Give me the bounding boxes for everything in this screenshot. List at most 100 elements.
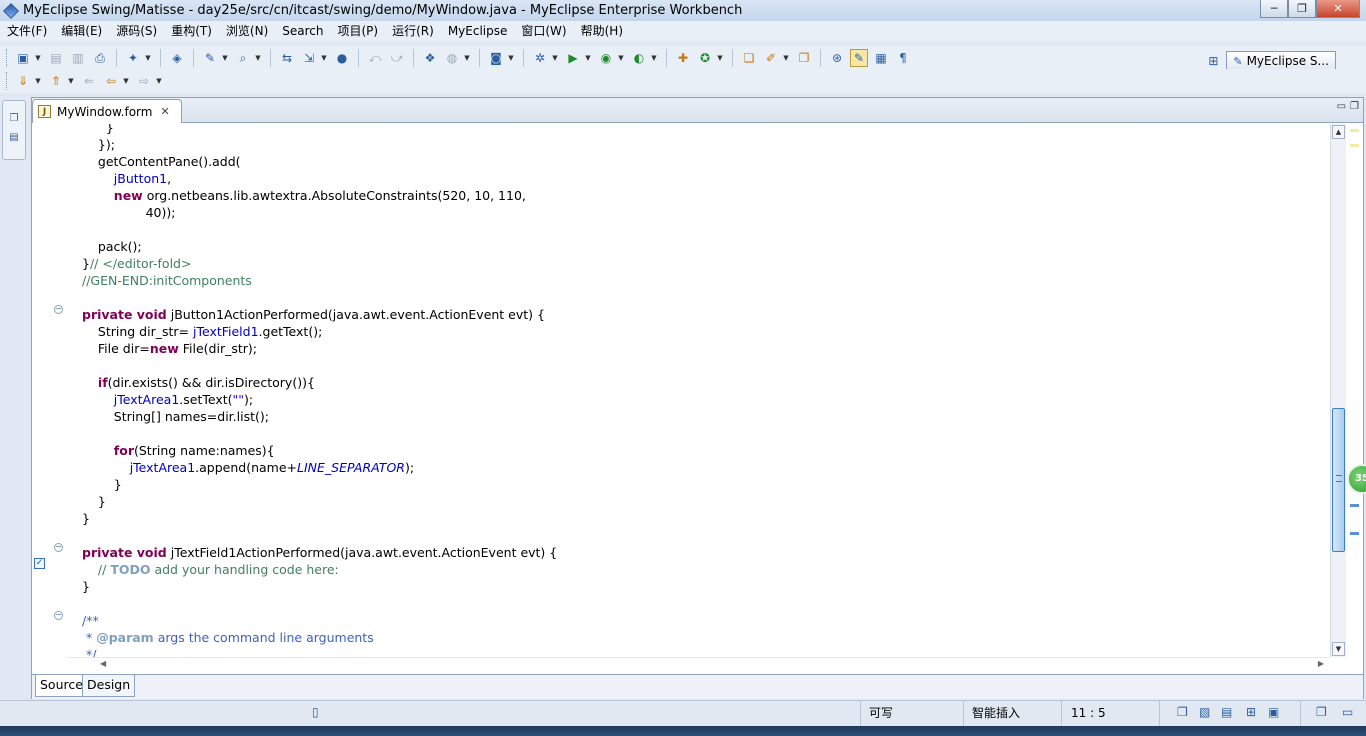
- toolbar-grip[interactable]: [6, 72, 9, 90]
- run-ext-dropdown-icon[interactable]: ▼: [617, 49, 625, 67]
- globe-icon[interactable]: ◍: [443, 49, 461, 67]
- run-dropdown-icon[interactable]: ▼: [584, 49, 592, 67]
- scroll-thumb[interactable]: [1332, 408, 1345, 552]
- external-tools-dropdown-icon[interactable]: ▼: [650, 49, 658, 67]
- code-editor[interactable]: − − − ✓ } }); getContentPane().add( jBut…: [32, 124, 1330, 657]
- menu-project[interactable]: 项目(P): [331, 21, 386, 41]
- menu-edit[interactable]: 编辑(E): [54, 21, 109, 41]
- debug-icon[interactable]: ✲: [531, 49, 549, 67]
- problems-icon[interactable]: ▧: [1199, 705, 1210, 719]
- fast-view-icon[interactable]: ▯: [312, 705, 319, 719]
- next-annotation-dropdown-icon[interactable]: ▼: [34, 72, 42, 90]
- back-dropdown-icon[interactable]: ▼: [122, 72, 130, 90]
- edit-dropdown-icon[interactable]: ▼: [221, 49, 229, 67]
- new-wizard-dropdown-icon[interactable]: ▼: [144, 49, 152, 67]
- overview-mark[interactable]: [1350, 504, 1359, 507]
- fold-toggle-icon[interactable]: −: [54, 611, 63, 620]
- camera-icon[interactable]: ◙: [487, 49, 505, 67]
- scroll-down-icon[interactable]: ▼: [1332, 642, 1345, 656]
- outline-icon[interactable]: ▤: [1221, 705, 1232, 719]
- open-folder-icon[interactable]: ❏: [740, 49, 758, 67]
- menu-navigate[interactable]: 浏览(N): [219, 21, 275, 41]
- menu-source[interactable]: 源码(S): [109, 21, 164, 41]
- menu-file[interactable]: 文件(F): [0, 21, 54, 41]
- package-explorer-icon[interactable]: ▤: [9, 132, 18, 143]
- task-marker-icon[interactable]: ✓: [34, 558, 45, 569]
- search-dropdown-icon[interactable]: ▼: [254, 49, 262, 67]
- globe-dropdown-icon[interactable]: ▼: [463, 49, 471, 67]
- tab-source[interactable]: Source: [35, 675, 88, 697]
- deploy-icon[interactable]: ⇆: [278, 49, 296, 67]
- new-class-icon[interactable]: ✪: [696, 49, 714, 67]
- next-annotation-icon[interactable]: ⇓: [14, 72, 32, 90]
- overview-mark[interactable]: [1350, 532, 1359, 535]
- close-button[interactable]: ✕: [1316, 0, 1360, 18]
- server-dropdown-icon[interactable]: ▼: [320, 49, 328, 67]
- editor-minimize-icon[interactable]: ▭: [1337, 101, 1346, 112]
- tab-design[interactable]: Design: [82, 675, 136, 697]
- run-icon[interactable]: ▶: [564, 49, 582, 67]
- menu-help[interactable]: 帮助(H): [574, 21, 630, 41]
- menu-myeclipse[interactable]: MyEclipse: [441, 21, 515, 41]
- editor-tab-mywindow[interactable]: J MyWindow.form ✕: [32, 99, 182, 123]
- prev-edit-icon[interactable]: ⤺: [366, 49, 384, 67]
- server-icon[interactable]: ⇲: [300, 49, 318, 67]
- debug-dropdown-icon[interactable]: ▼: [551, 49, 559, 67]
- restore-icon[interactable]: ❐: [10, 113, 19, 124]
- menu-refactor[interactable]: 重构(T): [164, 21, 219, 41]
- run-ext-icon[interactable]: ◉: [597, 49, 615, 67]
- fold-toggle-icon[interactable]: −: [54, 543, 63, 552]
- restore-icon[interactable]: ❐: [1177, 705, 1188, 719]
- scroll-left-icon[interactable]: ◀: [100, 659, 106, 668]
- prev-annotation-icon[interactable]: ⇑: [47, 72, 65, 90]
- block-select-icon[interactable]: ▦: [872, 49, 890, 67]
- new-package-icon[interactable]: ✚: [674, 49, 692, 67]
- print-icon[interactable]: ⎙: [91, 49, 109, 67]
- vertical-scrollbar[interactable]: ▲ ▼: [1330, 124, 1346, 657]
- menu-window[interactable]: 窗口(W): [514, 21, 573, 41]
- highlight-icon[interactable]: ✎: [850, 49, 868, 67]
- pen-dropdown-icon[interactable]: ▼: [782, 49, 790, 67]
- maximize-button[interactable]: ❐: [1288, 0, 1316, 18]
- editor-maximize-icon[interactable]: ❐: [1350, 101, 1359, 112]
- fold-toggle-icon[interactable]: −: [54, 305, 63, 314]
- back-icon[interactable]: ⇦: [102, 72, 120, 90]
- folder-icon[interactable]: ❐: [795, 49, 813, 67]
- camera-dropdown-icon[interactable]: ▼: [507, 49, 515, 67]
- menu-run[interactable]: 运行(R): [385, 21, 441, 41]
- overview-mark[interactable]: [1350, 129, 1359, 132]
- overview-mark[interactable]: [1350, 144, 1359, 147]
- trim-view-icon[interactable]: ▭: [1342, 705, 1353, 719]
- whitespace-icon[interactable]: ¶: [894, 49, 912, 67]
- menu-search[interactable]: Search: [275, 21, 330, 41]
- trim-restore-icon[interactable]: ❐: [1316, 705, 1327, 719]
- toolbar-grip[interactable]: [6, 49, 9, 67]
- forward-dropdown-icon[interactable]: ▼: [155, 72, 163, 90]
- search-icon[interactable]: ⌕: [234, 49, 252, 67]
- new-dropdown-icon[interactable]: ▼: [34, 49, 42, 67]
- save-icon[interactable]: ▤: [47, 49, 65, 67]
- scroll-right-icon[interactable]: ▶: [1318, 659, 1324, 668]
- horizontal-scrollbar[interactable]: ◀ ▶: [66, 657, 1330, 672]
- console-icon[interactable]: ▣: [1268, 705, 1279, 719]
- last-edit-icon[interactable]: ⇐: [80, 72, 98, 90]
- pen-icon[interactable]: ✐: [762, 49, 780, 67]
- new-class-dropdown-icon[interactable]: ▼: [716, 49, 724, 67]
- external-tools-icon[interactable]: ◐: [630, 49, 648, 67]
- code-text[interactable]: } }); getContentPane().add( jButton1, ne…: [82, 124, 557, 657]
- hierarchy-icon[interactable]: ⊞: [1246, 705, 1256, 719]
- open-type-icon[interactable]: ◈: [168, 49, 186, 67]
- open-perspective-icon[interactable]: ⊞: [1204, 52, 1222, 70]
- minimize-button[interactable]: ─: [1260, 0, 1288, 18]
- new-icon[interactable]: ▣: [14, 49, 32, 67]
- save-all-icon[interactable]: ▥: [69, 49, 87, 67]
- annotation-icon[interactable]: ⊛: [828, 49, 846, 67]
- next-edit-icon[interactable]: ⤻: [388, 49, 406, 67]
- new-wizard-icon[interactable]: ✦: [124, 49, 142, 67]
- forward-icon[interactable]: ⇨: [135, 72, 153, 90]
- prev-annotation-dropdown-icon[interactable]: ▼: [67, 72, 75, 90]
- browser-icon[interactable]: ●: [333, 49, 351, 67]
- scroll-up-icon[interactable]: ▲: [1332, 125, 1345, 139]
- edit-icon[interactable]: ✎: [201, 49, 219, 67]
- web-project-icon[interactable]: ❖: [421, 49, 439, 67]
